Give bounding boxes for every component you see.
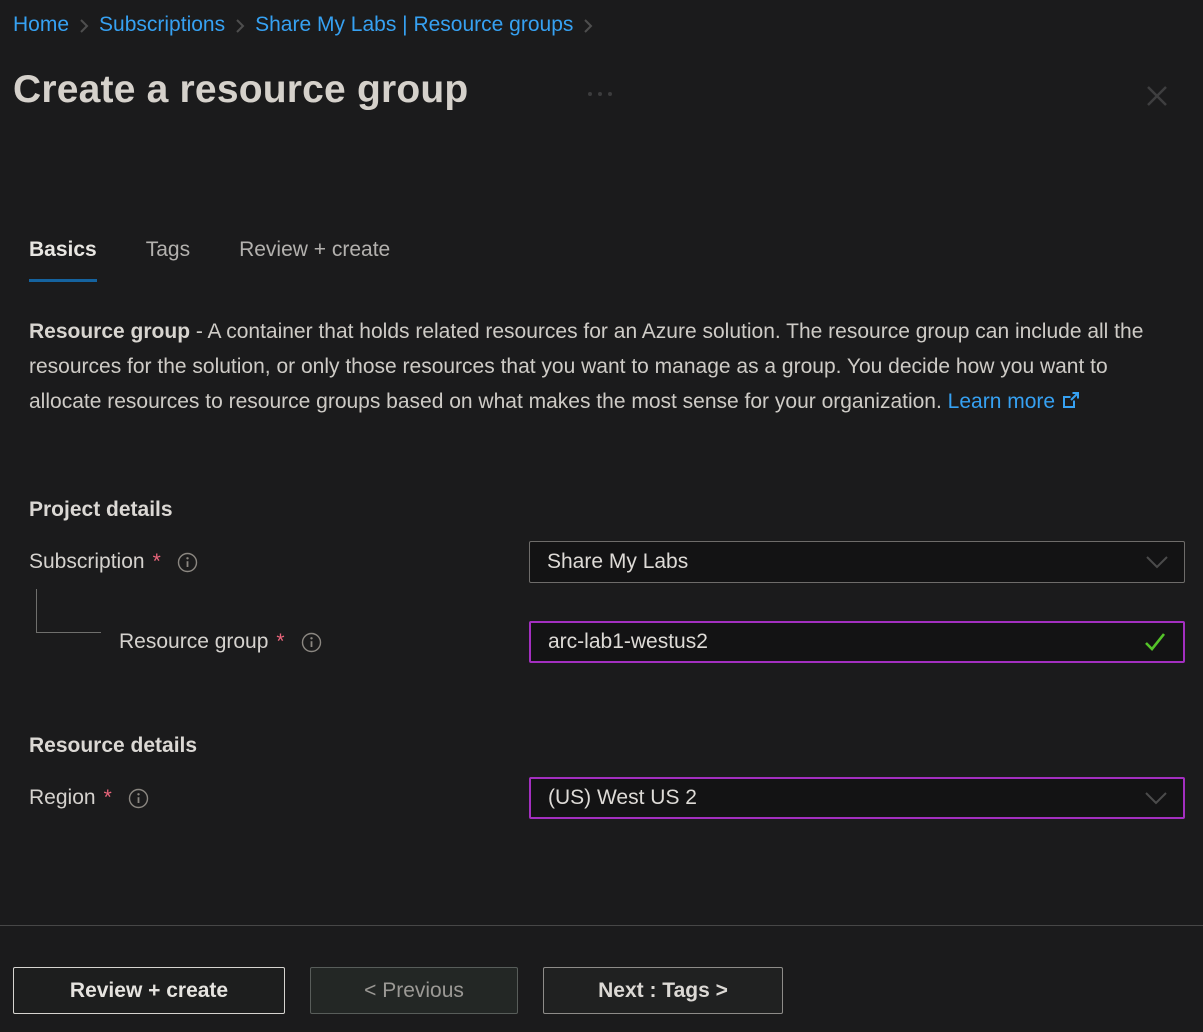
resource-group-field	[529, 621, 1185, 663]
subscription-label-row: Subscription *	[29, 550, 198, 574]
description-lead: Resource group	[29, 320, 190, 343]
close-icon[interactable]	[1139, 78, 1175, 114]
region-label-row: Region *	[29, 786, 149, 810]
learn-more-link[interactable]: Learn more	[948, 390, 1055, 413]
chevron-down-icon	[1143, 790, 1169, 806]
tab-review-create[interactable]: Review + create	[239, 238, 390, 282]
external-link-icon	[1061, 386, 1081, 421]
breadcrumb-subscriptions-link[interactable]: Subscriptions	[99, 13, 225, 37]
chevron-right-icon	[582, 17, 594, 35]
resource-group-label: Resource group	[119, 630, 268, 654]
chevron-down-icon	[1144, 554, 1170, 570]
info-icon[interactable]	[128, 788, 149, 809]
elbow-connector-horizontal	[36, 632, 101, 633]
breadcrumb-home-link[interactable]: Home	[13, 13, 69, 37]
resource-group-label-row: Resource group *	[119, 630, 322, 654]
project-details-heading: Project details	[29, 498, 173, 522]
region-label: Region	[29, 786, 96, 810]
tab-tags[interactable]: Tags	[146, 238, 190, 282]
review-create-button[interactable]: Review + create	[13, 967, 285, 1014]
chevron-right-icon	[234, 17, 246, 35]
info-icon[interactable]	[177, 552, 198, 573]
resource-group-description: Resource group - A container that holds …	[29, 314, 1184, 421]
next-tags-button[interactable]: Next : Tags >	[543, 967, 783, 1014]
required-asterisk: *	[276, 630, 284, 654]
previous-button[interactable]: < Previous	[310, 967, 518, 1014]
resource-group-input[interactable]	[531, 630, 1141, 654]
required-asterisk: *	[153, 550, 161, 574]
region-value: (US) West US 2	[531, 786, 1143, 810]
page-title: Create a resource group	[13, 68, 468, 112]
required-asterisk: *	[104, 786, 112, 810]
subscription-value: Share My Labs	[530, 550, 1144, 574]
chevron-right-icon	[78, 17, 90, 35]
region-dropdown[interactable]: (US) West US 2	[529, 777, 1185, 819]
tab-basics[interactable]: Basics	[29, 238, 97, 282]
info-icon[interactable]	[301, 632, 322, 653]
valid-check-icon	[1141, 630, 1169, 654]
subscription-label: Subscription	[29, 550, 145, 574]
breadcrumb-sub-resource-groups-link[interactable]: Share My Labs | Resource groups	[255, 13, 573, 37]
breadcrumb: Home Subscriptions Share My Labs | Resou…	[13, 13, 594, 37]
tab-bar: Basics Tags Review + create	[29, 238, 390, 282]
more-options-icon[interactable]	[588, 92, 612, 96]
footer-divider	[0, 925, 1203, 926]
resource-details-heading: Resource details	[29, 734, 197, 758]
elbow-connector-vertical	[36, 589, 37, 633]
subscription-dropdown[interactable]: Share My Labs	[529, 541, 1185, 583]
